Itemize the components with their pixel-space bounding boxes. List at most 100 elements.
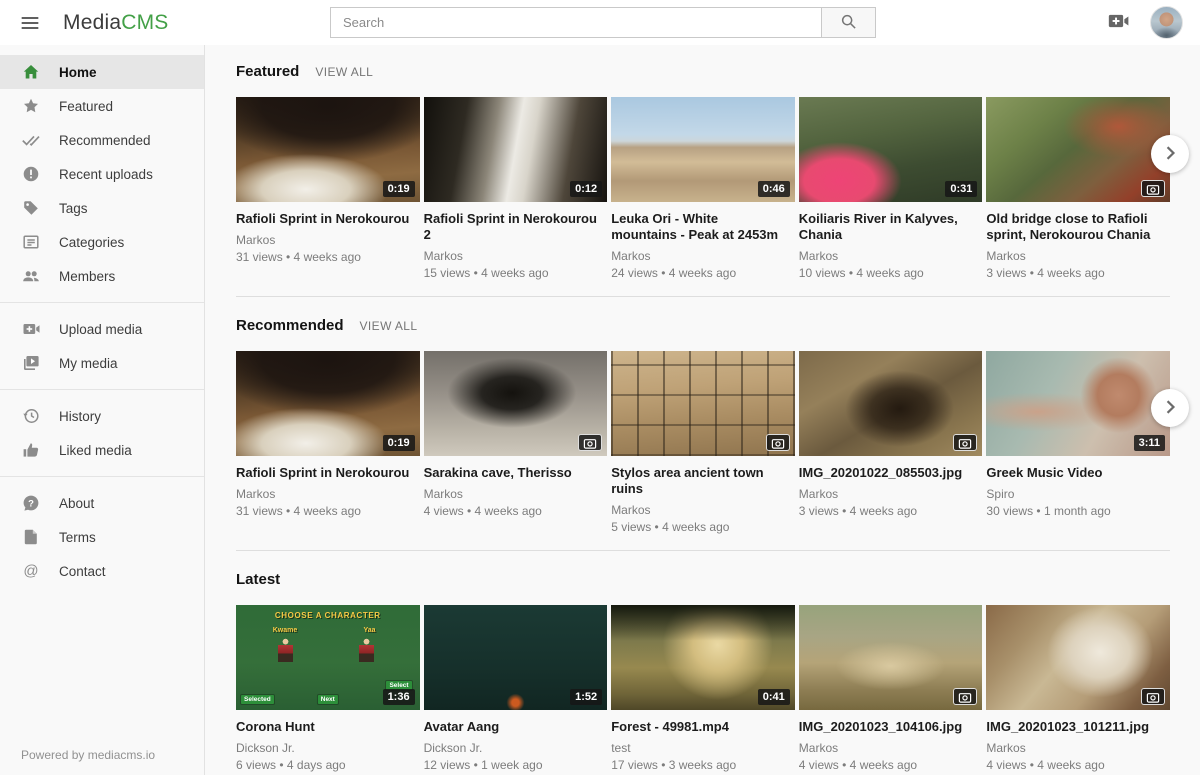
duration-badge: 1:52	[570, 689, 602, 705]
media-author[interactable]: test	[611, 741, 795, 755]
camera-icon	[1146, 695, 1160, 707]
sidebar-item-label: Liked media	[59, 443, 132, 458]
media-title: Sarakina cave, Therisso	[424, 465, 608, 481]
media-meta: 10 views • 4 weeks ago	[799, 266, 983, 280]
media-card[interactable]: 0:31Koiliaris River in Kalyves, ChaniaMa…	[799, 97, 983, 280]
star-icon	[21, 97, 40, 116]
view-all-link[interactable]: VIEW ALL	[360, 319, 418, 333]
next-arrow-button[interactable]	[1151, 389, 1189, 427]
sidebar-item-label: Recommended	[59, 133, 151, 148]
sidebar-item-categories[interactable]: Categories	[0, 225, 204, 259]
character-sprite	[359, 638, 374, 662]
sidebar-item-recent-uploads[interactable]: Recent uploads	[0, 157, 204, 191]
next-arrow-button[interactable]	[1151, 135, 1189, 173]
powered-by-text[interactable]: Powered by mediacms.io	[21, 748, 155, 762]
media-author[interactable]: Spiro	[986, 487, 1170, 501]
section-featured: FeaturedVIEW ALL0:19Rafioli Sprint in Ne…	[236, 63, 1170, 297]
home-icon	[21, 63, 40, 82]
media-author[interactable]: Dickson Jr.	[424, 741, 608, 755]
media-title: Forest - 49981.mp4	[611, 719, 795, 735]
sidebar-item-liked-media[interactable]: Liked media	[0, 433, 204, 467]
section-title: Featured	[236, 63, 299, 80]
document-icon	[21, 528, 40, 547]
media-title: Old bridge close to Rafioli sprint, Nero…	[986, 211, 1170, 243]
media-meta: 4 views • 4 weeks ago	[986, 758, 1170, 772]
upload-media-button[interactable]	[1105, 10, 1131, 36]
image-media-badge	[953, 688, 977, 705]
videocam-plus-icon	[1107, 10, 1129, 35]
media-thumbnail: CHOOSE A CHARACTERKwameYaaSelectedNextSe…	[236, 605, 420, 710]
media-thumbnail: 0:31	[799, 97, 983, 202]
sidebar-item-label: Terms	[59, 530, 96, 545]
search-input[interactable]	[331, 8, 821, 37]
sidebar-item-history[interactable]: History	[0, 399, 204, 433]
members-icon	[21, 267, 40, 286]
section-title: Latest	[236, 571, 280, 588]
media-card[interactable]: CHOOSE A CHARACTERKwameYaaSelectedNextSe…	[236, 605, 420, 772]
media-author[interactable]: Markos	[611, 503, 795, 517]
thumb-up-icon	[21, 441, 40, 460]
media-card[interactable]: 0:19Rafioli Sprint in NerokourouMarkos31…	[236, 351, 420, 534]
chevron-right-icon	[1160, 143, 1180, 166]
duration-badge: 0:46	[758, 181, 790, 197]
media-author[interactable]: Markos	[799, 249, 983, 263]
sidebar-item-home[interactable]: Home	[0, 55, 204, 89]
media-card[interactable]: IMG_20201022_085503.jpgMarkos3 views • 4…	[799, 351, 983, 534]
media-card[interactable]: 3:11Greek Music VideoSpiro30 views • 1 m…	[986, 351, 1170, 534]
view-all-link[interactable]: VIEW ALL	[315, 65, 373, 79]
sidebar-item-featured[interactable]: Featured	[0, 89, 204, 123]
media-author[interactable]: Dickson Jr.	[236, 741, 420, 755]
sidebar-item-recommended[interactable]: Recommended	[0, 123, 204, 157]
top-bar: MediaCMS	[0, 0, 1200, 45]
media-author[interactable]: Markos	[986, 249, 1170, 263]
media-title: IMG_20201023_104106.jpg	[799, 719, 983, 735]
media-card[interactable]: Sarakina cave, TherissoMarkos4 views • 4…	[424, 351, 608, 534]
media-card[interactable]: 0:12Rafioli Sprint in Nerokourou 2Markos…	[424, 97, 608, 280]
media-card[interactable]: IMG_20201023_104106.jpg Markos 4 views • 4…	[799, 605, 983, 772]
media-card[interactable]: Stylos area ancient town ruinsMarkos5 vi…	[611, 351, 795, 534]
media-title: Leuka Ori - White mountains - Peak at 24…	[611, 211, 795, 243]
media-author[interactable]: Markos	[424, 487, 608, 501]
upload-media-icon	[21, 320, 40, 339]
my-media-icon	[21, 354, 40, 373]
media-author[interactable]: Markos	[799, 741, 983, 755]
svg-text:?: ?	[28, 498, 34, 509]
camera-icon	[583, 441, 597, 453]
media-author[interactable]: Markos	[611, 249, 795, 263]
media-thumbnail	[986, 605, 1170, 710]
media-author[interactable]: Markos	[799, 487, 983, 501]
media-author[interactable]: Markos	[986, 741, 1170, 755]
sidebar-item-label: Members	[59, 269, 115, 284]
media-card[interactable]: 0:19Rafioli Sprint in NerokourouMarkos31…	[236, 97, 420, 280]
mediacms-logo[interactable]: MediaCMS	[63, 11, 168, 35]
media-card[interactable]: 0:41Forest - 49981.mp4test17 views • 3 w…	[611, 605, 795, 772]
media-author[interactable]: Markos	[236, 487, 420, 501]
sidebar-item-upload-media[interactable]: Upload media	[0, 312, 204, 346]
media-title: Rafioli Sprint in Nerokourou	[236, 211, 420, 227]
sidebar-item-about[interactable]: ?About	[0, 486, 204, 520]
sidebar-item-terms[interactable]: Terms	[0, 520, 204, 554]
search-button[interactable]	[821, 8, 875, 37]
logo-text-media: Media	[63, 11, 121, 34]
media-card[interactable]: 1:52Avatar AangDickson Jr.12 views • 1 w…	[424, 605, 608, 772]
sidebar-item-members[interactable]: Members	[0, 259, 204, 293]
image-media-badge	[766, 434, 790, 451]
user-avatar[interactable]	[1150, 6, 1183, 39]
hamburger-menu-icon[interactable]	[18, 11, 42, 35]
media-card[interactable]: IMG_20201023_101211.jpgMarkos4 views • 4…	[986, 605, 1170, 772]
sidebar-item-tags[interactable]: Tags	[0, 191, 204, 225]
duration-badge: 0:41	[758, 689, 790, 705]
sidebar-item-my-media[interactable]: My media	[0, 346, 204, 380]
duration-badge: 0:19	[383, 435, 415, 451]
sidebar-item-contact[interactable]: @Contact	[0, 554, 204, 588]
media-meta: 4 views • 4 weeks ago	[799, 758, 983, 772]
media-card[interactable]: Old bridge close to Rafioli sprint, Nero…	[986, 97, 1170, 280]
media-meta: 31 views • 4 weeks ago	[236, 504, 420, 518]
section-header: Featured VIEW ALL	[236, 63, 1170, 80]
media-thumbnail	[424, 351, 608, 456]
thumbnail-overlay-title: CHOOSE A CHARACTER	[236, 611, 420, 620]
media-thumbnail	[799, 605, 983, 710]
media-author[interactable]: Markos	[236, 233, 420, 247]
media-author[interactable]: Markos	[424, 249, 608, 263]
media-card[interactable]: 0:46 Leuka Ori - White mountains - Peak a…	[611, 97, 795, 280]
